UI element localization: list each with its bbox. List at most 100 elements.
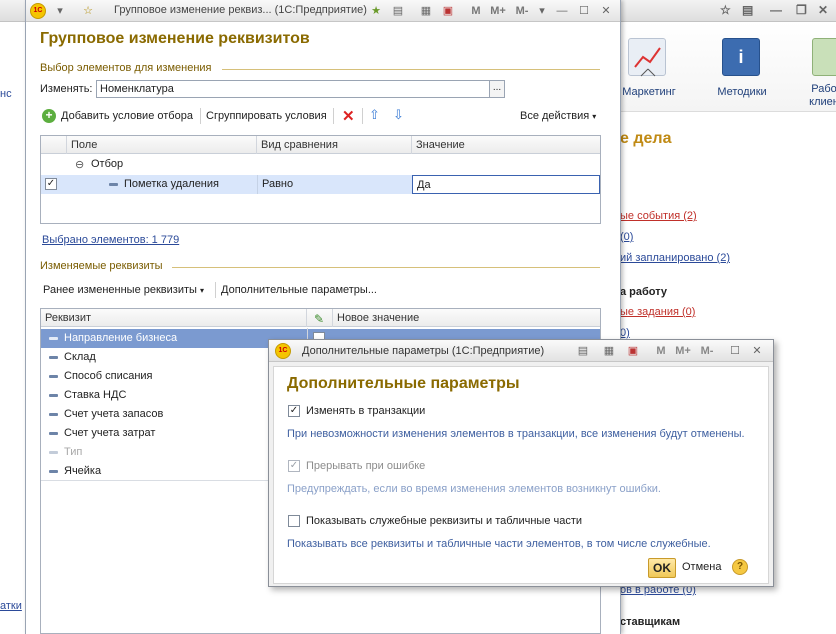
option-checkbox-service-attributes[interactable] (288, 515, 300, 527)
favorite-add-icon[interactable]: ★ (368, 3, 384, 19)
background-left-strip: нс атки (0, 22, 22, 634)
bg-head-suppliers: ставщикам (620, 616, 681, 628)
close-icon[interactable]: ✕ (818, 3, 828, 17)
attribute-name-cell[interactable]: Тип (45, 443, 82, 462)
attribute-name: Тип (64, 446, 83, 458)
memory-plus-icon[interactable]: M+ (673, 343, 693, 359)
attribute-name-cell[interactable]: Ставка НДС (45, 386, 126, 405)
bg-link-planned[interactable]: ий запланировано (2) (620, 252, 730, 264)
maximize-icon[interactable]: ☐ (576, 3, 592, 19)
table-row[interactable]: ✓ Пометка удаления Равно Да (41, 175, 600, 194)
maximize-icon[interactable]: ☐ (727, 343, 743, 359)
bookmark-icon[interactable]: ☆ (720, 3, 731, 17)
attribute-name-cell[interactable]: Направление бизнеса (45, 329, 177, 348)
left-fragment-bottom[interactable]: атки (0, 600, 22, 612)
attribute-name-cell[interactable]: Способ списания (45, 367, 153, 386)
filter-group-row[interactable]: ⊖ Отбор (41, 155, 600, 174)
delete-icon[interactable]: ✕ (342, 107, 355, 125)
add-condition-button[interactable]: Добавить условие отбора (61, 110, 193, 122)
memory-m-icon[interactable]: M (653, 343, 669, 359)
attribute-name-cell[interactable]: Ячейка (45, 462, 101, 481)
bg-link-zero-1[interactable]: (0) (620, 231, 633, 243)
additional-params-button[interactable]: Дополнительные параметры... (221, 284, 377, 296)
minimize-icon[interactable]: — (770, 3, 782, 17)
filter-field-text: Пометка удаления (124, 178, 219, 190)
attribute-name: Ячейка (64, 465, 102, 477)
person-icon[interactable] (812, 38, 836, 76)
titlebar-menu-icon[interactable]: ▾ (534, 3, 550, 19)
bg-link-zero-2[interactable]: 0) (620, 327, 630, 339)
memory-minus-icon[interactable]: M- (512, 3, 532, 19)
previous-attributes-button[interactable]: Ранее измененные реквизиты ▾ (43, 284, 204, 296)
object-type-field[interactable]: Номенклатура (96, 80, 490, 98)
attribute-icon (49, 374, 58, 378)
move-down-icon[interactable]: ⇩ (393, 107, 404, 123)
help-icon[interactable]: ? (732, 559, 748, 575)
attribute-icon (49, 469, 58, 473)
column-header-field[interactable]: Поле (67, 136, 257, 154)
ok-button[interactable]: OK (648, 558, 676, 578)
column-header-comparison[interactable]: Вид сравнения (257, 136, 412, 154)
attribute-icon (49, 431, 58, 435)
popup-title: Дополнительные параметры (1С:Предприятие… (302, 345, 545, 357)
column-header-attribute[interactable]: Реквизит (41, 309, 307, 327)
toolbar-label-marketing[interactable]: Маркетинг (616, 86, 682, 98)
bg-link-events[interactable]: ые события (2) (620, 210, 697, 222)
attribute-name-cell[interactable]: Счет учета запасов (45, 405, 163, 424)
app-logo-icon[interactable]: 1С (30, 3, 46, 19)
selected-count-link[interactable]: Выбрано элементов: 1 779 (42, 234, 179, 246)
calendar-icon[interactable]: ▣ (625, 343, 641, 359)
info-book-icon[interactable]: i (722, 38, 760, 76)
attribute-name-cell[interactable]: Счет учета затрат (45, 424, 155, 443)
calendar-icon[interactable]: ▣ (440, 3, 456, 19)
attribute-icon (49, 393, 58, 397)
filter-value-cell[interactable]: Да (412, 175, 600, 194)
filter-table-header: Поле Вид сравнения Значение (41, 136, 600, 154)
collapse-icon[interactable]: ⊖ (71, 155, 84, 174)
attribute-name-cell[interactable]: Склад (45, 348, 96, 367)
option-label-transaction[interactable]: Изменять в транзакции (306, 405, 425, 417)
edit-pencil-icon[interactable]: ✎ (307, 309, 333, 327)
row-checkbox[interactable]: ✓ (45, 178, 57, 190)
group-conditions-button[interactable]: Сгруппировать условия (206, 110, 327, 122)
select-button[interactable]: ... (489, 80, 505, 98)
all-actions-label: Все действия (520, 110, 590, 122)
calculator-icon[interactable]: ▦ (418, 3, 434, 19)
column-header-new-value[interactable]: Новое значение (333, 309, 600, 327)
option-label-service-attributes[interactable]: Показывать служебные реквизиты и табличн… (306, 515, 582, 527)
filter-field-cell[interactable]: Пометка удаления (105, 175, 219, 194)
cancel-button[interactable]: Отмена (682, 561, 721, 573)
toolbar-label-clients[interactable]: Рабо клиен (804, 83, 836, 109)
star-icon[interactable]: ☆ (80, 3, 96, 19)
toolbar-label-methods[interactable]: Методики (710, 86, 774, 98)
calculator-icon[interactable]: ▦ (601, 343, 617, 359)
minimize-icon[interactable]: — (554, 3, 570, 19)
option-label-stop-on-error[interactable]: Прерывать при ошибке (306, 460, 425, 472)
chart-board-icon[interactable] (628, 38, 666, 77)
group-divider (222, 69, 600, 70)
option-checkbox-stop-on-error[interactable]: ✓ (288, 460, 300, 472)
dialog-title: Групповое изменение реквиз... (1С:Предпр… (114, 4, 367, 16)
all-actions-button[interactable]: Все действия ▾ (520, 110, 596, 122)
close-icon[interactable]: ✕ (598, 3, 614, 19)
chevron-down-icon: ▾ (199, 286, 204, 295)
add-icon[interactable]: + (42, 109, 56, 123)
bg-link-tasks[interactable]: ые задания (0) (620, 306, 695, 318)
memory-m-icon[interactable]: M (468, 3, 484, 19)
restore-icon[interactable]: ❐ (796, 3, 807, 17)
dialog-titlebar: 1С ▾ ☆ Групповое изменение реквиз... (1С… (26, 0, 620, 22)
close-icon[interactable]: ✕ (749, 343, 765, 359)
doc-icon[interactable]: ▤ (742, 3, 753, 17)
memory-plus-icon[interactable]: M+ (488, 3, 508, 19)
filter-table[interactable]: Поле Вид сравнения Значение ⊖ Отбор ✓ По… (40, 135, 601, 224)
doc-icon[interactable]: ▤ (575, 343, 591, 359)
menu-dropdown-icon[interactable]: ▾ (52, 3, 68, 19)
memory-minus-icon[interactable]: M- (697, 343, 717, 359)
filter-comparison-cell[interactable]: Равно (257, 175, 412, 194)
app-logo-icon[interactable]: 1С (275, 343, 291, 359)
column-header-value[interactable]: Значение (412, 136, 600, 154)
doc-icon[interactable]: ▤ (390, 3, 406, 19)
option-checkbox-transaction[interactable]: ✓ (288, 405, 300, 417)
dialog-heading: Групповое изменение реквизитов (40, 30, 310, 47)
move-up-icon[interactable]: ⇧ (369, 107, 380, 123)
